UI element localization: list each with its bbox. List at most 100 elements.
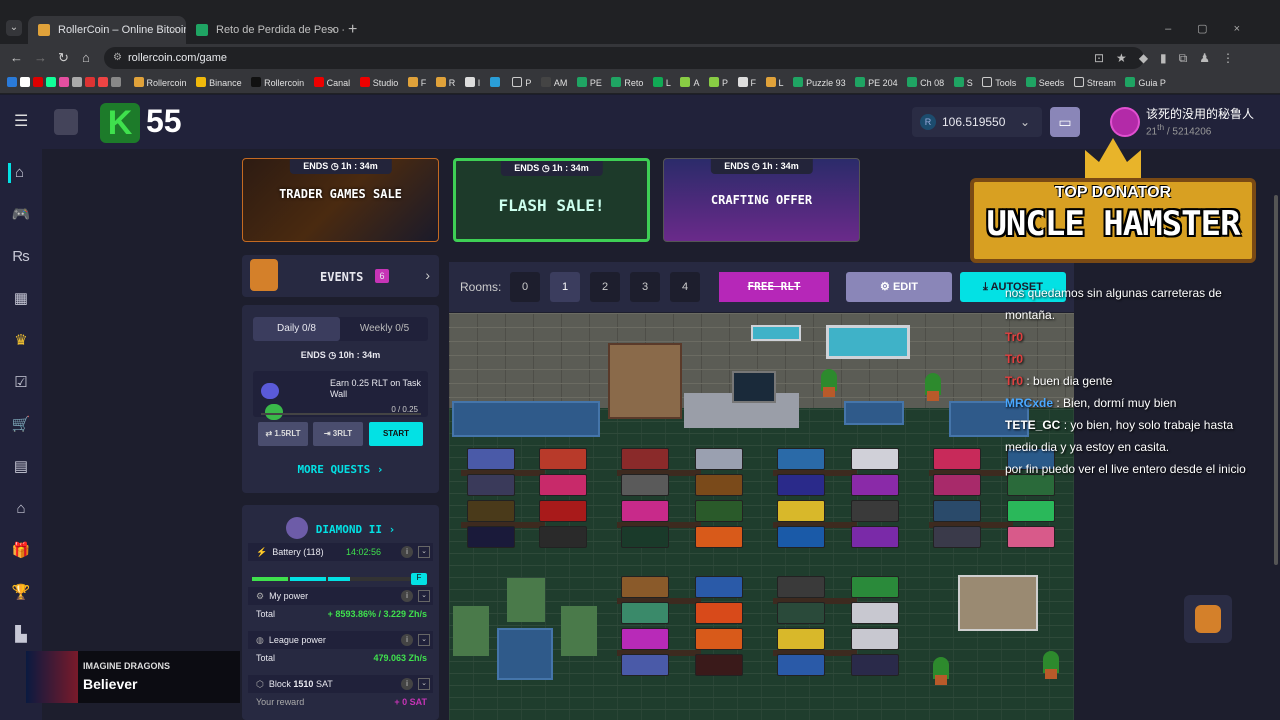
miner[interactable] xyxy=(777,474,825,496)
miner[interactable] xyxy=(539,500,587,522)
miner[interactable] xyxy=(777,628,825,650)
bookmark-item[interactable]: AM xyxy=(540,72,567,93)
bookmark-item[interactable]: R xyxy=(435,72,455,93)
bookmark-item[interactable]: Binance xyxy=(196,72,242,93)
league-link[interactable]: DIAMOND II › xyxy=(242,517,439,539)
bookmark-item[interactable]: Rollercoin xyxy=(251,72,304,93)
miner[interactable] xyxy=(851,474,899,496)
miner[interactable] xyxy=(851,500,899,522)
bookmark-item[interactable] xyxy=(489,72,503,93)
info-icon[interactable]: i xyxy=(401,678,413,690)
miner[interactable] xyxy=(777,602,825,624)
miner[interactable] xyxy=(851,448,899,470)
crown-icon[interactable]: ♛ xyxy=(11,331,31,351)
info-icon[interactable]: i xyxy=(401,546,413,558)
bookmark-item[interactable]: PE xyxy=(576,72,602,93)
events-panel[interactable]: EVENTS 6 › xyxy=(242,255,439,297)
bookmark-folder[interactable]: Tools xyxy=(982,72,1016,93)
window-controls[interactable]: –▢× xyxy=(1165,22,1266,35)
miner[interactable] xyxy=(467,500,515,522)
bookmark-item[interactable]: Seeds xyxy=(1025,72,1064,93)
bookmark-item[interactable]: L xyxy=(765,72,784,93)
miner[interactable] xyxy=(539,448,587,470)
warehouse-icon[interactable]: ⌂ xyxy=(11,499,31,519)
chevron-down-icon[interactable]: ⌄ xyxy=(418,678,430,690)
miner[interactable] xyxy=(851,628,899,650)
start-quest-button[interactable]: START xyxy=(369,422,423,446)
miner[interactable] xyxy=(621,576,669,598)
page-scrollbar[interactable] xyxy=(1274,195,1278,565)
miner[interactable] xyxy=(621,654,669,676)
miner[interactable] xyxy=(539,526,587,548)
balance-selector[interactable]: R 106.519550 ⌄ xyxy=(912,107,1042,137)
bookmark-item[interactable]: P xyxy=(708,72,728,93)
miner[interactable] xyxy=(621,602,669,624)
miner[interactable] xyxy=(467,474,515,496)
room-2-button[interactable]: 2 xyxy=(590,272,620,302)
factory-icon[interactable]: ▙ xyxy=(11,625,31,645)
bookmark-icons-group[interactable] xyxy=(7,72,124,93)
miner[interactable] xyxy=(621,526,669,548)
menu-icon[interactable]: ☰ xyxy=(14,111,28,131)
miner[interactable] xyxy=(933,500,981,522)
gift-icon[interactable]: 🎁 xyxy=(11,541,31,561)
miner[interactable] xyxy=(695,576,743,598)
support-chat-button[interactable] xyxy=(1184,595,1232,643)
miner[interactable] xyxy=(695,474,743,496)
bookmark-item[interactable]: F xyxy=(407,72,426,93)
miner[interactable] xyxy=(695,448,743,470)
home-icon[interactable]: ⌂ xyxy=(8,163,28,183)
miner[interactable] xyxy=(1007,500,1055,522)
rlt-icon[interactable]: ₨ xyxy=(11,247,31,267)
miner[interactable] xyxy=(851,602,899,624)
tasks-icon[interactable]: ☑ xyxy=(11,373,31,393)
tab-rollercoin[interactable]: RollerCoin – Online Bitcoin Min × xyxy=(28,16,186,44)
chevron-down-icon[interactable]: ⌄ xyxy=(418,546,430,558)
miner[interactable] xyxy=(933,474,981,496)
info-icon[interactable]: i xyxy=(401,590,413,602)
close-tab-icon[interactable]: × xyxy=(172,16,178,44)
new-tab-button[interactable]: + xyxy=(348,21,357,39)
free-rlt-button[interactable]: FREE RLT xyxy=(719,272,829,302)
miner[interactable] xyxy=(467,526,515,548)
bookmark-item[interactable]: PE 204 xyxy=(855,72,898,93)
site-info-icon[interactable]: ⚙ xyxy=(113,47,122,69)
room-0-button[interactable]: 0 xyxy=(510,272,540,302)
trophy-icon[interactable]: 🏆 xyxy=(11,583,31,603)
skip-3rlt-button[interactable]: ⇥ 3RLT xyxy=(313,422,363,446)
game-room[interactable] xyxy=(449,313,1074,720)
miner[interactable] xyxy=(777,654,825,676)
edit-room-button[interactable]: ⚙ EDIT xyxy=(846,272,952,302)
miner[interactable] xyxy=(851,654,899,676)
wallet-button[interactable]: ▭ xyxy=(1050,107,1080,137)
miner[interactable] xyxy=(777,500,825,522)
room-4-button[interactable]: 4 xyxy=(670,272,700,302)
bookmark-folder[interactable]: P xyxy=(512,72,531,93)
bookmark-item[interactable]: Puzzle 93 xyxy=(793,72,846,93)
bookmark-item[interactable]: Studio xyxy=(359,72,398,93)
bookmark-folder[interactable]: Stream xyxy=(1073,72,1116,93)
miner[interactable] xyxy=(777,576,825,598)
tab-weekly[interactable]: Weekly 0/5 xyxy=(341,317,428,341)
gamepad-icon[interactable]: 🎮 xyxy=(11,205,31,225)
miner[interactable] xyxy=(695,602,743,624)
chevron-right-icon[interactable]: › xyxy=(425,267,430,283)
bookmark-item[interactable]: I xyxy=(464,72,480,93)
home-icon[interactable]: ⌂ xyxy=(82,50,90,65)
store-icon[interactable]: ▤ xyxy=(11,457,31,477)
back-icon[interactable]: ← xyxy=(10,50,23,65)
user-avatar[interactable] xyxy=(1110,107,1140,137)
crafting-offer-banner[interactable]: ENDS ◷ 1h : 34m CRAFTING OFFER xyxy=(663,158,860,242)
miner[interactable] xyxy=(851,576,899,598)
miner[interactable] xyxy=(777,448,825,470)
bookmark-item[interactable]: Ch 08 xyxy=(907,72,944,93)
bookmark-item[interactable]: Guia P xyxy=(1125,72,1166,93)
bookmark-item[interactable]: Canal xyxy=(313,72,350,93)
battery-boost-button[interactable]: F xyxy=(411,573,427,585)
miner[interactable] xyxy=(695,628,743,650)
bookmark-item[interactable]: S xyxy=(953,72,973,93)
miner[interactable] xyxy=(1007,526,1055,548)
miner[interactable] xyxy=(851,526,899,548)
miner[interactable] xyxy=(539,474,587,496)
username[interactable]: 该死的没用的秘鲁人 xyxy=(1146,105,1254,122)
